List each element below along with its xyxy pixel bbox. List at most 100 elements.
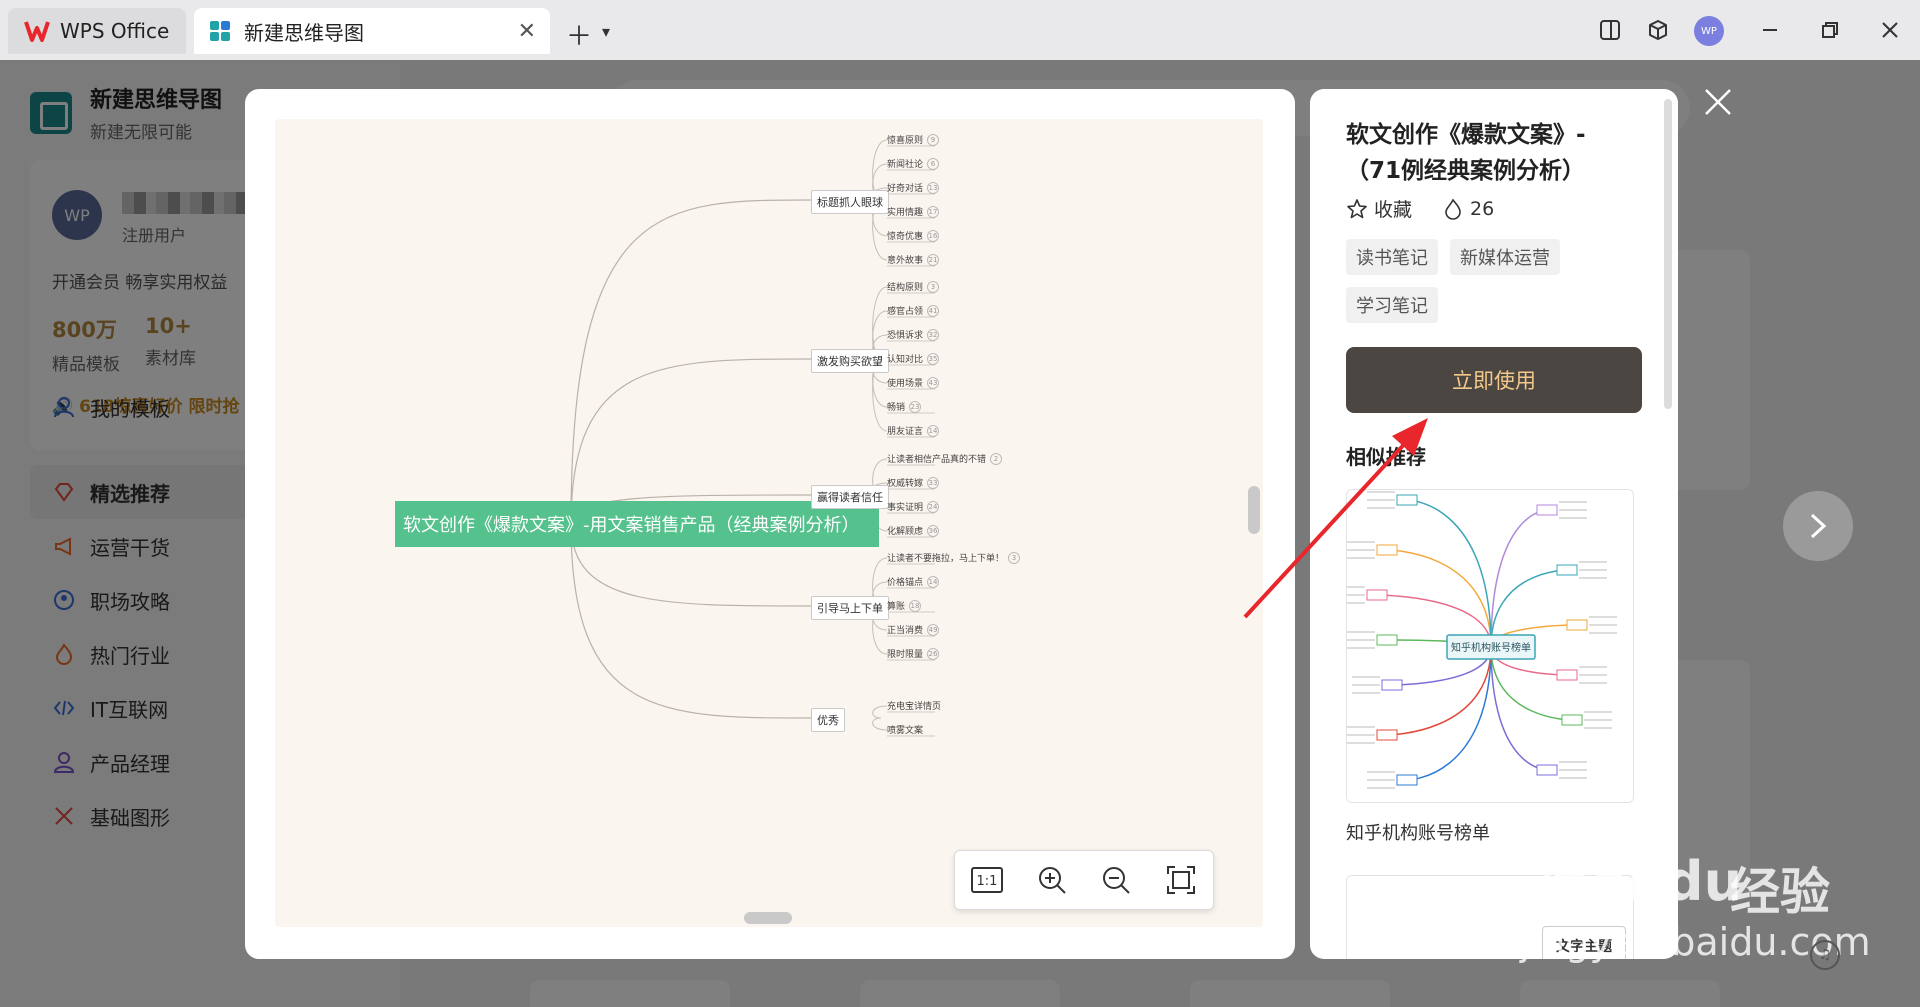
similar-template-card[interactable]: 知乎机构账号榜单 bbox=[1346, 489, 1634, 803]
wps-logo-icon bbox=[24, 21, 50, 42]
headset-icon[interactable]: ♫ bbox=[1810, 940, 1840, 970]
mindmap-leaf-node[interactable]: 好奇对话 13 bbox=[887, 181, 940, 194]
mindmap-branch-node[interactable]: 赢得读者信任 bbox=[811, 485, 889, 509]
mindmap-leaf-node[interactable]: 畅销 23 bbox=[887, 400, 922, 413]
preview-horizontal-scrollbar[interactable] bbox=[744, 912, 792, 924]
zoom-in-button[interactable] bbox=[1034, 862, 1070, 898]
thumbnail-node bbox=[1381, 679, 1403, 691]
minimize-icon[interactable] bbox=[1756, 16, 1784, 44]
tab-wps-office[interactable]: WPS Office bbox=[8, 8, 186, 54]
new-tab-plus-icon[interactable]: ＋ bbox=[566, 16, 592, 53]
mindmap-leaf-node[interactable]: 结构原则 3 bbox=[887, 280, 940, 293]
leaf-label: 结构原则 bbox=[887, 283, 924, 293]
mindmap-leaf-node[interactable]: 让读者相信产品真的不错 2 bbox=[887, 452, 1003, 465]
account-avatar[interactable]: WP bbox=[1694, 16, 1724, 46]
detail-scrollbar[interactable] bbox=[1664, 99, 1672, 409]
template-detail-panel: 软文创作《爆款文案》-（71例经典案例分析） 收藏 26 读书笔记 新媒体运营 … bbox=[1310, 89, 1678, 959]
leaf-label: 喷雾文案 bbox=[887, 726, 924, 736]
restore-icon[interactable] bbox=[1816, 16, 1844, 44]
tab-dropdown-chevron-icon[interactable]: ▾ bbox=[602, 22, 610, 41]
template-preview-panel: 软文创作《爆款文案》-用文案销售产品（经典案例分析） 标题抓人眼球 惊喜原则 9 新闻… bbox=[245, 89, 1295, 959]
flame-icon bbox=[1445, 198, 1461, 220]
mindmap-leaf-node[interactable]: 感官占领 41 bbox=[887, 304, 940, 317]
next-template-button[interactable] bbox=[1783, 491, 1853, 561]
preview-vertical-scrollbar[interactable] bbox=[1248, 486, 1260, 534]
leaf-count-badge: 26 bbox=[927, 647, 940, 660]
mindmap-leaf-node[interactable]: 权威转嫁 33 bbox=[887, 476, 940, 489]
leaf-count-badge: 49 bbox=[927, 623, 940, 636]
zoom-out-button[interactable] bbox=[1098, 862, 1134, 898]
baidu-watermark: Bai du 经验 jingyan.baidu.com ♫ bbox=[1470, 830, 1871, 1000]
leaf-label: 价格锚点 bbox=[887, 578, 924, 588]
leaf-label: 惊奇优惠 bbox=[887, 232, 924, 242]
mindmap-leaf-node[interactable]: 实用情趣 17 bbox=[887, 205, 940, 218]
mindmap-leaf-node[interactable]: 充电宝详情页 bbox=[887, 699, 941, 712]
mindmap-leaf-node[interactable]: 价格锚点 14 bbox=[887, 575, 940, 588]
similar-template-caption[interactable]: 知乎机构账号榜单 bbox=[1346, 819, 1490, 845]
leaf-connector bbox=[872, 705, 888, 719]
tag-study-notes[interactable]: 学习笔记 bbox=[1346, 287, 1438, 323]
mindmap-branch-node[interactable]: 优秀 bbox=[811, 708, 845, 732]
leaf-label: 让读者不要拖拉，马上下单！ bbox=[887, 554, 1005, 564]
tag-reading-notes[interactable]: 读书笔记 bbox=[1346, 239, 1438, 275]
leaf-count-badge: 6 bbox=[927, 157, 940, 170]
thumbnail-center-label: 知乎机构账号榜单 bbox=[1451, 641, 1531, 654]
mindmap-leaf-node[interactable]: 正当消费 49 bbox=[887, 623, 940, 636]
mindmap-leaf-node[interactable]: 朋友证言 14 bbox=[887, 424, 940, 437]
mindmap-leaf-node[interactable]: 恐惧诉求 32 bbox=[887, 328, 940, 341]
cube-icon[interactable] bbox=[1644, 16, 1672, 44]
tab-close-icon[interactable]: ✕ bbox=[518, 19, 536, 44]
mindmap-leaf-node[interactable]: 使用场景 43 bbox=[887, 376, 940, 389]
thumbnail-node bbox=[1556, 669, 1578, 681]
leaf-label: 让读者相信产品真的不错 bbox=[887, 455, 987, 465]
mindmap-leaf-node[interactable]: 新闻社论 6 bbox=[887, 157, 940, 170]
mindmap-root-node[interactable]: 软文创作《爆款文案》-用文案销售产品（经典案例分析） bbox=[395, 501, 879, 547]
fit-label: 1:1 bbox=[977, 874, 998, 889]
leaf-count-badge: 18 bbox=[909, 599, 922, 612]
leaf-count-badge: 36 bbox=[927, 524, 940, 537]
close-window-icon[interactable] bbox=[1876, 16, 1904, 44]
mindmap-leaf-node[interactable]: 事实证明 24 bbox=[887, 500, 940, 513]
tab-label: WPS Office bbox=[60, 19, 170, 43]
fullscreen-button[interactable] bbox=[1163, 862, 1199, 898]
mindmap-leaf-node[interactable]: 算账 18 bbox=[887, 599, 922, 612]
close-preview-icon[interactable] bbox=[1700, 86, 1736, 122]
mindmap-leaf-node[interactable]: 让读者不要拖拉，马上下单！ 3 bbox=[887, 551, 1021, 564]
leaf-label: 充电宝详情页 bbox=[887, 702, 942, 712]
leaf-label: 算账 bbox=[887, 602, 906, 612]
mindmap-leaf-node[interactable]: 限时限量 26 bbox=[887, 647, 940, 660]
mindmap-branch-node[interactable]: 引导马上下单 bbox=[811, 596, 889, 620]
leaf-count-badge: 13 bbox=[927, 181, 940, 194]
mindmap-preview-canvas[interactable]: 软文创作《爆款文案》-用文案销售产品（经典案例分析） 标题抓人眼球 惊喜原则 9 新闻… bbox=[275, 119, 1263, 927]
thumbnail-node bbox=[1376, 544, 1398, 556]
mindmap-leaf-node[interactable]: 化解顾虑 36 bbox=[887, 524, 940, 537]
mindmap-leaf-node[interactable]: 惊喜原则 9 bbox=[887, 133, 940, 146]
thumbnail-node bbox=[1366, 589, 1388, 601]
thumbnail-node bbox=[1536, 504, 1558, 516]
leaf-label: 恐惧诉求 bbox=[887, 331, 924, 341]
mindmap-leaf-node[interactable]: 惊奇优惠 16 bbox=[887, 229, 940, 242]
mindmap-leaf-node[interactable]: 认知对比 35 bbox=[887, 352, 940, 365]
leaf-count-badge: 24 bbox=[927, 500, 940, 513]
mindmap-leaf-node[interactable]: 喷雾文案 bbox=[887, 723, 923, 736]
leaf-count-badge: 3 bbox=[927, 280, 940, 293]
leaf-count-badge: 41 bbox=[927, 304, 940, 317]
zoom-out-icon bbox=[1103, 867, 1130, 894]
leaf-label: 正当消费 bbox=[887, 626, 924, 636]
reader-mode-icon[interactable] bbox=[1596, 16, 1624, 44]
thumbnail-node bbox=[1536, 764, 1558, 776]
favorite-button[interactable]: 收藏 bbox=[1346, 195, 1412, 222]
mindmap-branch-node[interactable]: 标题抓人眼球 bbox=[811, 190, 889, 214]
mindmap-branch-node[interactable]: 激发购买欲望 bbox=[811, 349, 889, 373]
fit-1to1-button[interactable]: 1:1 bbox=[969, 862, 1005, 898]
leaf-count-badge: 14 bbox=[927, 424, 940, 437]
thumbnail-node bbox=[1566, 619, 1588, 631]
tab-label: 新建思维导图 bbox=[244, 20, 364, 45]
tag-new-media[interactable]: 新媒体运营 bbox=[1450, 239, 1560, 275]
use-now-button[interactable]: 立即使用 bbox=[1346, 347, 1642, 413]
tab-mindmap-doc[interactable]: 新建思维导图 ✕ bbox=[194, 8, 550, 54]
leaf-label: 认知对比 bbox=[887, 355, 924, 365]
mindmap-leaf-node[interactable]: 意外故事 21 bbox=[887, 253, 940, 266]
leaf-count-badge: 43 bbox=[927, 376, 940, 389]
leaf-count-badge: 16 bbox=[927, 229, 940, 242]
